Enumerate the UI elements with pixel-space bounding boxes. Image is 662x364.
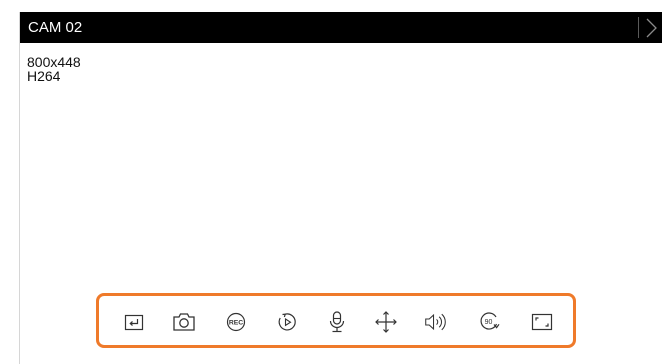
camera-icon xyxy=(173,313,195,331)
fullscreen-button[interactable] xyxy=(529,309,555,335)
microphone-button[interactable] xyxy=(324,309,350,335)
title-divider xyxy=(638,17,639,38)
rotate-button[interactable]: 90 xyxy=(477,309,503,335)
ptz-button[interactable] xyxy=(373,309,399,335)
snapshot-button[interactable] xyxy=(171,309,197,335)
close-button[interactable] xyxy=(644,16,662,40)
instant-playback-button[interactable] xyxy=(274,309,300,335)
record-button[interactable]: REC xyxy=(223,309,249,335)
rotate-90-icon: 90 xyxy=(480,312,500,330)
return-icon xyxy=(124,314,144,331)
speaker-icon xyxy=(425,313,446,331)
rec-icon: REC xyxy=(226,312,246,332)
video-toolbar: REC 90 xyxy=(96,293,576,348)
playback-icon xyxy=(278,313,296,331)
camera-title: CAM 02 xyxy=(28,19,83,36)
rec-label: REC xyxy=(229,320,243,327)
audio-button[interactable] xyxy=(424,309,450,335)
stream-info: 800x448 H264 xyxy=(27,55,81,83)
microphone-icon xyxy=(329,311,345,333)
stream-resolution: 800x448 xyxy=(27,54,81,70)
fullscreen-icon xyxy=(531,313,553,331)
close-icon xyxy=(646,18,657,38)
rotate-label: 90 xyxy=(485,319,493,326)
stream-codec: H264 xyxy=(27,68,61,84)
exit-button[interactable] xyxy=(121,309,147,335)
title-bar: CAM 02 xyxy=(20,12,662,43)
move-arrows-icon xyxy=(375,311,397,333)
camera-viewer-window: CAM 02 800x448 H264 REC 90 xyxy=(19,12,662,364)
